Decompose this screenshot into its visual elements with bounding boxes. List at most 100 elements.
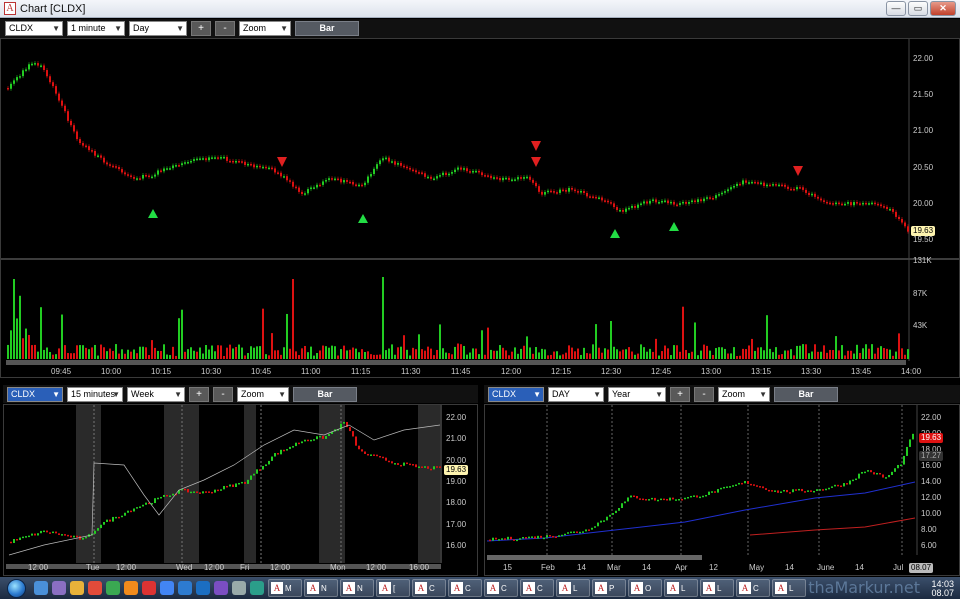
taskbar-window-button[interactable]: AC (484, 579, 518, 597)
search-icon[interactable] (232, 581, 246, 595)
volume-bar (424, 350, 426, 359)
year-range-select[interactable]: Year ▼ (608, 386, 666, 402)
firefox-icon[interactable] (124, 581, 138, 595)
volume-bar (826, 352, 828, 359)
taskbar-window-button[interactable]: AN (340, 579, 374, 597)
week-candle (388, 460, 390, 463)
taskbar-window-button[interactable]: AL (556, 579, 590, 597)
week-candle (70, 535, 72, 538)
volume-bar (124, 353, 126, 359)
ie-icon[interactable] (178, 581, 192, 595)
volume-bar (436, 349, 438, 359)
volume-bar (379, 354, 381, 359)
chrome-icon[interactable] (160, 581, 174, 595)
week-interval-select[interactable]: 15 minutes ▼ (67, 386, 123, 402)
volume-bar (328, 347, 330, 359)
symbol-select[interactable]: CLDX ▼ (5, 21, 63, 36)
volume-bar (649, 348, 651, 359)
volume-bar (874, 353, 876, 359)
year-chart-panel[interactable]: 22.0020.0018.0016.0014.0012.0010.008.006… (484, 404, 960, 576)
volume-bar (496, 350, 498, 359)
volume-bar (718, 347, 720, 359)
taskbar-window-button[interactable]: A[ (376, 579, 410, 597)
taskbar-window-button[interactable]: AL (664, 579, 698, 597)
folder-icon[interactable] (70, 581, 84, 595)
opera-icon[interactable] (142, 581, 156, 595)
media-icon[interactable] (88, 581, 102, 595)
year-zoom-select[interactable]: Zoom ▼ (718, 386, 770, 402)
year-symbol-select[interactable]: CLDX ▼ (488, 386, 544, 402)
week-zoom-select[interactable]: Zoom ▼ (237, 386, 289, 402)
taskbar-window-button[interactable]: AP (592, 579, 626, 597)
volume-bar (118, 353, 120, 359)
week-symbol-select[interactable]: CLDX ▼ (7, 386, 63, 402)
taskbar-window-button[interactable]: AC (448, 579, 482, 597)
taskbar-window-button[interactable]: AL (700, 579, 734, 597)
taskbar-window-button[interactable]: AN (304, 579, 338, 597)
week-candle (55, 531, 57, 534)
interval-select[interactable]: 1 minute ▼ (67, 21, 125, 36)
skype-icon[interactable] (106, 581, 120, 595)
zoom-select[interactable]: Zoom ▼ (239, 21, 291, 36)
year-zoom-out-button[interactable]: - (694, 386, 714, 402)
year-price-chart[interactable] (485, 405, 959, 575)
week-candle (43, 530, 45, 533)
volume-bar (577, 348, 579, 359)
taskbar-window-button[interactable]: AC (520, 579, 554, 597)
volume-bar (604, 348, 606, 359)
range-select[interactable]: Day ▼ (129, 21, 187, 36)
taskbar-window-button[interactable]: AC (412, 579, 446, 597)
year-interval-select[interactable]: DAY ▼ (548, 386, 604, 402)
week-candle (307, 439, 309, 442)
main-chart-panel[interactable]: 22.00 21.50 21.00 20.50 20.00 19.50 19.63 131… (0, 38, 960, 378)
close-button[interactable]: ✕ (930, 1, 956, 16)
week-time-label: Fri (240, 563, 250, 572)
year-candle (687, 497, 689, 499)
network-icon[interactable] (250, 581, 264, 595)
week-candle (319, 435, 321, 438)
app-launcher-icon[interactable] (52, 581, 66, 595)
week-range-select[interactable]: Week ▼ (127, 386, 185, 402)
week-chart-style-button[interactable]: Bar (293, 386, 357, 402)
taskbar-window-button[interactable]: AM (268, 579, 302, 597)
year-candle (669, 497, 671, 501)
taskbar-window-button[interactable]: AL (772, 579, 806, 597)
minimize-button[interactable]: — (886, 1, 906, 16)
taskbar-window-button[interactable]: AC (736, 579, 770, 597)
week-candle (313, 439, 315, 441)
volume-bar (793, 355, 795, 359)
year-candle (804, 491, 806, 493)
maximize-button[interactable]: ▭ (908, 1, 928, 16)
time-axis-label: 13:00 (701, 367, 722, 376)
year-zoom-in-button[interactable]: + (670, 386, 690, 402)
vs-icon[interactable] (214, 581, 228, 595)
volume-bar (775, 347, 777, 359)
chart-style-button[interactable]: Bar (295, 21, 359, 36)
zoom-out-button[interactable]: - (215, 21, 235, 36)
week-zoom-in-button[interactable]: + (189, 386, 209, 402)
start-button[interactable] (0, 577, 32, 599)
week-price-chart[interactable] (4, 405, 477, 575)
explorer-icon[interactable] (34, 581, 48, 595)
outlook-icon[interactable] (196, 581, 210, 595)
year-candle (552, 535, 554, 538)
year-candle (699, 496, 701, 499)
year-candle (729, 486, 731, 488)
year-chart-style-button[interactable]: Bar (774, 386, 838, 402)
volume-bar (751, 338, 753, 359)
volume-bar (805, 344, 807, 359)
week-candle (145, 502, 147, 505)
taskbar-clock[interactable]: 14:03 08.07 (931, 580, 954, 598)
week-zoom-out-button[interactable]: - (213, 386, 233, 402)
week-candle (424, 466, 426, 468)
taskbar-window-button[interactable]: AO (628, 579, 662, 597)
volume-bar (808, 353, 810, 359)
year-candle (738, 482, 740, 485)
main-price-chart[interactable] (1, 39, 959, 377)
week-chart-panel[interactable]: 22.00 21.00 20.00 19.00 18.00 17.00 16.00 19.6… (3, 404, 478, 576)
week-candle (370, 454, 372, 456)
zoom-in-button[interactable]: + (191, 21, 211, 36)
watermark: thaMarkur.net (808, 578, 920, 597)
volume-bar (883, 347, 885, 359)
year-candle (840, 485, 842, 488)
